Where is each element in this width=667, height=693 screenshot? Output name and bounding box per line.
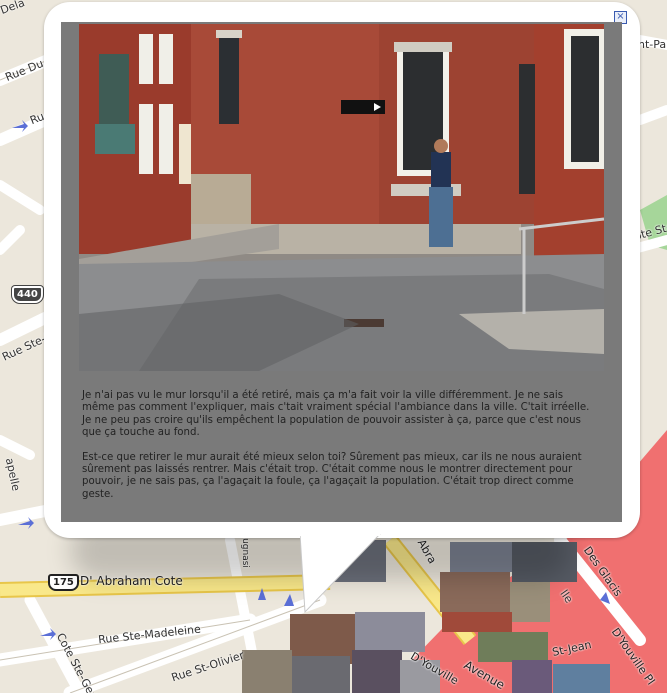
highway-shield-440: 440	[12, 286, 43, 303]
story-paragraph: Je n'ai pas vu le mur lorsqu'il a été re…	[82, 390, 590, 439]
story-text: Je n'ai pas vu le mur lorsqu'il a été re…	[82, 390, 597, 513]
street-photo	[79, 24, 604, 371]
photo-image	[79, 24, 604, 371]
story-paragraph: Est-ce que retirer le mur aurait été mie…	[82, 451, 582, 500]
highway-shield-175: 175	[48, 574, 79, 591]
street-label: nt-Pa	[638, 38, 667, 51]
popup-pointer	[300, 534, 381, 614]
